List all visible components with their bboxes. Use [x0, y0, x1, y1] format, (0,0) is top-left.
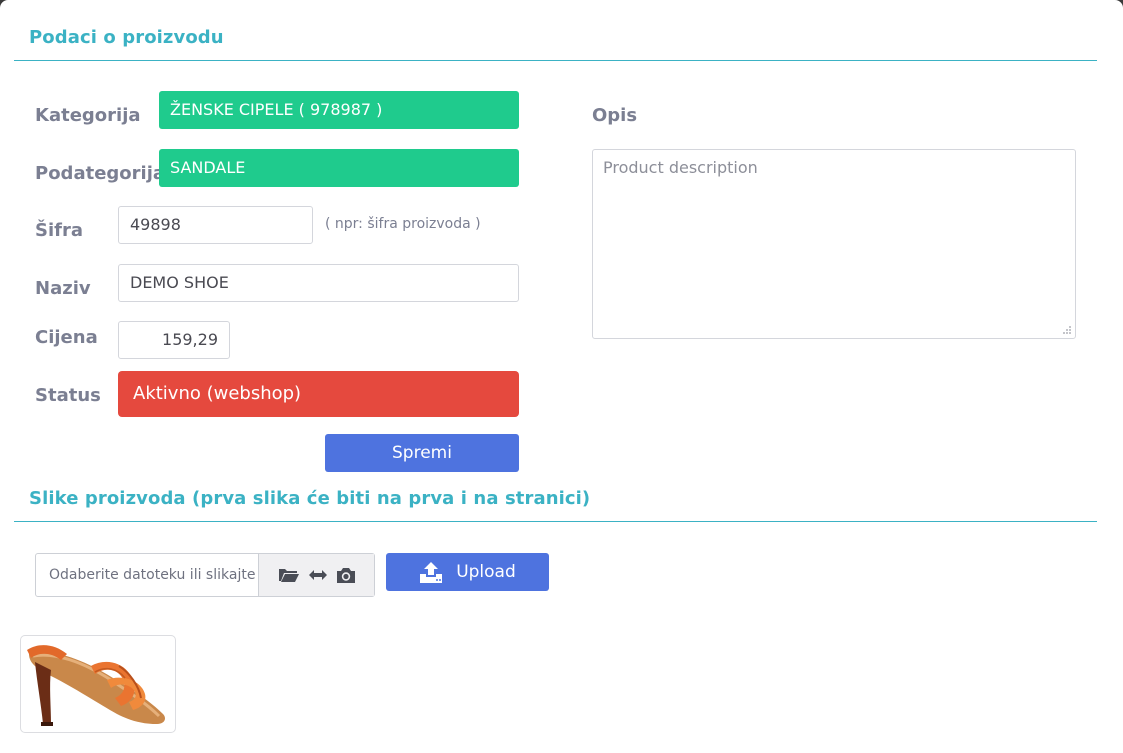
arrows-horizontal-icon [308, 570, 327, 580]
save-button[interactable]: Spremi [325, 434, 519, 472]
sandal-image [27, 645, 165, 726]
file-picker-icons[interactable] [258, 554, 374, 596]
price-label: Cijena [35, 327, 98, 348]
product-image-thumbnail[interactable] [20, 635, 176, 733]
price-input[interactable]: 159,29 [118, 321, 230, 359]
code-hint: ( npr: šifra proizvoda ) [325, 216, 481, 232]
file-picker[interactable]: Odaberite datoteku ili slikajte [35, 553, 375, 597]
images-section-title: Slike proizvoda (prva slika će biti na p… [29, 488, 591, 509]
description-label: Opis [592, 105, 638, 126]
status-label: Status [35, 385, 101, 406]
code-input[interactable]: 49898 [118, 206, 313, 244]
code-label: Šifra [35, 220, 83, 241]
description-placeholder: Product description [603, 158, 758, 177]
category-label: Kategorija [35, 105, 141, 126]
subcategory-label: Podategorija [35, 163, 166, 184]
name-input[interactable]: DEMO SHOE [118, 264, 519, 302]
section-divider [14, 60, 1097, 61]
subcategory-select[interactable]: SANDALE [159, 149, 519, 187]
description-textarea[interactable]: Product description [592, 149, 1076, 339]
upload-button-label: Upload [456, 562, 516, 582]
file-picker-placeholder[interactable]: Odaberite datoteku ili slikajte [36, 554, 258, 596]
product-section-title: Podaci o proizvodu [29, 27, 224, 48]
camera-icon[interactable] [336, 566, 356, 584]
product-form-panel: Podaci o proizvodu Kategorija ŽENSKE CIP… [0, 0, 1123, 753]
section-divider [14, 521, 1097, 522]
category-select[interactable]: ŽENSKE CIPELE ( 978987 ) [159, 91, 519, 129]
status-select[interactable]: Aktivno (webshop) [118, 371, 519, 417]
upload-button[interactable]: Upload [386, 553, 549, 591]
folder-open-icon[interactable] [278, 566, 300, 584]
resize-grip-icon[interactable] [1062, 325, 1072, 335]
name-label: Naziv [35, 278, 91, 299]
upload-icon [420, 562, 443, 583]
